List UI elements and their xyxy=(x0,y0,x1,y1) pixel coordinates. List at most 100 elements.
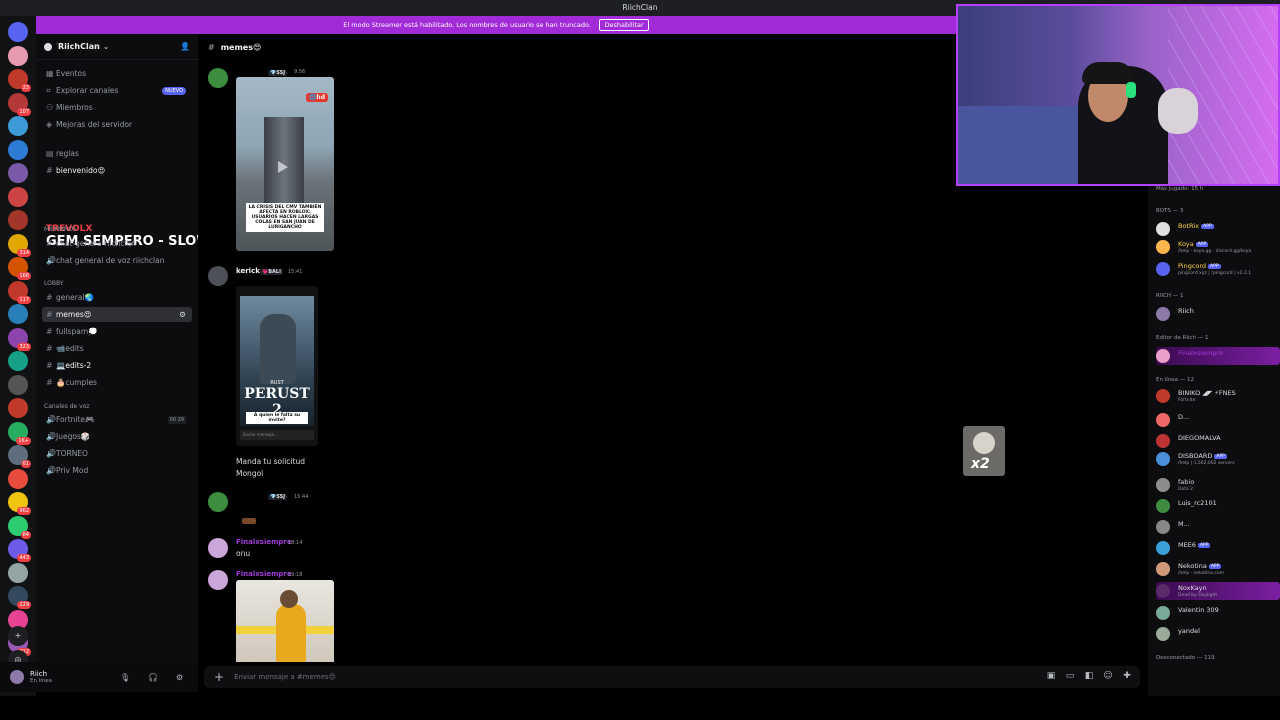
emoji-icon[interactable]: ☺ xyxy=(1103,671,1113,681)
sticker-icon[interactable]: ◧ xyxy=(1084,671,1094,681)
channel-label: reglas xyxy=(56,149,79,158)
add-member-icon[interactable]: 👤 xyxy=(180,42,190,51)
channel-general[interactable]: # general🌏 xyxy=(42,290,192,305)
category-voice[interactable]: Canales de voz xyxy=(44,403,90,410)
member-item[interactable]: MEE6 APP xyxy=(1156,539,1280,557)
avatar xyxy=(1156,520,1170,534)
server-icon[interactable] xyxy=(8,398,28,418)
member-item[interactable]: D... xyxy=(1156,411,1280,429)
member-item[interactable]: fabio Dota 2 xyxy=(1156,476,1280,494)
play-icon[interactable] xyxy=(278,161,288,173)
member-item[interactable]: Pingcord APP pingcord.xyz | !pingcord | v2… xyxy=(1156,260,1280,278)
message-input[interactable]: Enviar mensaje a #memes😍 xyxy=(234,673,336,681)
server-icon[interactable] xyxy=(8,45,28,66)
server-icon[interactable]: 117 xyxy=(8,280,31,304)
username[interactable]: kerick xyxy=(236,267,260,275)
member-item[interactable]: BotRix APP xyxy=(1156,220,1280,238)
server-icon[interactable] xyxy=(8,186,28,207)
avatar[interactable] xyxy=(208,538,228,558)
member-activity: /help · nekotina.com xyxy=(1178,571,1225,576)
message-image[interactable] xyxy=(236,580,334,662)
server-icon[interactable]: 166 xyxy=(8,257,31,280)
member-item[interactable]: BINIKO ◢◤ ⚡FNES Fortnite xyxy=(1156,387,1280,405)
voice-channel-privmod[interactable]: 🔊 Priv Mod xyxy=(42,463,192,478)
avatar[interactable] xyxy=(208,492,228,512)
voice-channel-juegos[interactable]: 🔊 Juegos🎲 xyxy=(42,429,192,444)
member-item[interactable]: NoxKayn Dead by Daylight xyxy=(1156,582,1280,600)
message-composer[interactable]: + Enviar mensaje a #memes😍 ▣ ▭ ◧ ☺ ✚ xyxy=(204,666,1140,688)
settings-icon[interactable]: ⚙ xyxy=(176,673,183,682)
server-icon[interactable]: 323 xyxy=(8,327,31,351)
username[interactable]: Finalxsiempre xyxy=(236,570,292,578)
add-server-icon[interactable]: + xyxy=(8,626,28,646)
category-lobby[interactable]: LOBBY xyxy=(44,280,63,287)
voice-channel-general[interactable]: 🔊 chat general de voz riichclan xyxy=(42,253,192,268)
server-icon[interactable]: 314 xyxy=(8,233,31,257)
server-icon[interactable] xyxy=(8,22,28,42)
channel-label: bienvenido😍 xyxy=(56,166,106,175)
channel-bienvenido[interactable]: # bienvenido😍 xyxy=(42,163,192,178)
message-image[interactable]: RUST PERUST 2 A quien le falta su invite… xyxy=(236,286,318,446)
server-icon[interactable] xyxy=(8,210,28,230)
hash-icon: # xyxy=(46,344,53,353)
server-boost-item[interactable]: ◈ Mejoras del servidor xyxy=(42,117,192,132)
headphones-icon[interactable]: 🎧 xyxy=(148,673,158,682)
members-item[interactable]: ⚇ Miembros xyxy=(42,100,192,115)
server-icon[interactable]: 23 xyxy=(8,69,31,92)
server-icon[interactable]: 1K+ xyxy=(8,421,31,445)
category-miembros[interactable]: miembros xyxy=(44,226,77,233)
events-item[interactable]: ▦ Eventos xyxy=(42,66,192,81)
avatar[interactable] xyxy=(208,266,228,286)
server-icon[interactable] xyxy=(8,351,28,371)
server-icon[interactable] xyxy=(8,374,28,395)
voice-channel-fortnite[interactable]: 🔊 Fortnite🎮 00 29 xyxy=(42,412,192,427)
channel-memes[interactable]: # memes😍 ⚙ xyxy=(42,307,192,322)
member-item[interactable]: DIEGOMALVA xyxy=(1156,432,1280,450)
settings-icon[interactable]: ⚙ xyxy=(179,310,186,319)
app-badge: APP xyxy=(1214,453,1227,459)
member-item[interactable]: Riich xyxy=(1156,305,1280,323)
server-icon[interactable]: 61 xyxy=(8,445,31,468)
channel-chat-genera[interactable]: # chat-genera-riichclan xyxy=(42,236,192,251)
apps-icon[interactable]: ✚ xyxy=(1122,671,1132,681)
server-icon[interactable] xyxy=(8,304,28,324)
server-icon[interactable]: 84 xyxy=(8,515,31,539)
username[interactable]: Finalxsiempre xyxy=(236,538,292,546)
server-name: RiichClan xyxy=(58,42,100,51)
avatar[interactable] xyxy=(208,68,228,88)
browse-channels-item[interactable]: ⌗ Explorar canales NUEVO xyxy=(42,83,192,98)
server-icon[interactable]: 962 xyxy=(8,492,31,515)
member-name-text: Finalxsiempre xyxy=(1178,349,1224,357)
server-icon[interactable] xyxy=(8,468,28,489)
member-item[interactable]: Luis_rc2101 xyxy=(1156,497,1280,515)
member-item[interactable]: Finalxsiempre xyxy=(1156,347,1280,365)
server-header[interactable]: RiichClan ⌄ 👤 xyxy=(36,34,198,60)
server-icon[interactable]: 229 xyxy=(8,586,31,609)
disable-streamer-button[interactable]: Deshabilitar xyxy=(599,18,649,31)
gif-icon[interactable]: ▭ xyxy=(1065,671,1075,681)
member-item[interactable]: yandel xyxy=(1156,625,1280,643)
microphone-icon[interactable]: 🎙 xyxy=(120,673,130,682)
gift-icon[interactable]: ▣ xyxy=(1046,671,1056,681)
member-item[interactable]: M... xyxy=(1156,518,1280,536)
channel-edits-2[interactable]: # 💻edits-2 xyxy=(42,358,192,373)
member-item[interactable]: Koya APP/help · koya.gg · discord.gg/koya xyxy=(1156,238,1280,256)
channel-fullspam[interactable]: # fullspam💭 xyxy=(42,324,192,339)
server-icon[interactable] xyxy=(8,139,28,160)
server-icon[interactable] xyxy=(8,163,28,183)
server-icon[interactable] xyxy=(8,562,28,583)
voice-channel-torneo[interactable]: 🔊 TORNEO xyxy=(42,446,192,461)
server-icon[interactable] xyxy=(8,116,28,136)
member-item[interactable]: DISBOARD APP/help | 1,562,002 servers xyxy=(1156,450,1280,468)
channel-reglas[interactable]: ▤ reglas xyxy=(42,146,192,161)
avatar[interactable] xyxy=(208,570,228,590)
channel-cumples[interactable]: # 🎂cumples xyxy=(42,375,192,390)
message-image[interactable]: 🌐hd LA CRISIS DEL CMV TAMBIÉN AFECTA EN … xyxy=(236,77,334,251)
server-icon[interactable]: 443 xyxy=(8,539,31,562)
server-icon[interactable]: 107 xyxy=(8,92,31,116)
add-attachment-icon[interactable]: + xyxy=(214,670,224,684)
member-item[interactable]: Nekotina APP/help · nekotina.com xyxy=(1156,560,1280,578)
member-item[interactable]: Valentin 309 xyxy=(1156,604,1280,622)
channel-edits[interactable]: # 📹edits xyxy=(42,341,192,356)
avatar[interactable] xyxy=(10,670,24,684)
